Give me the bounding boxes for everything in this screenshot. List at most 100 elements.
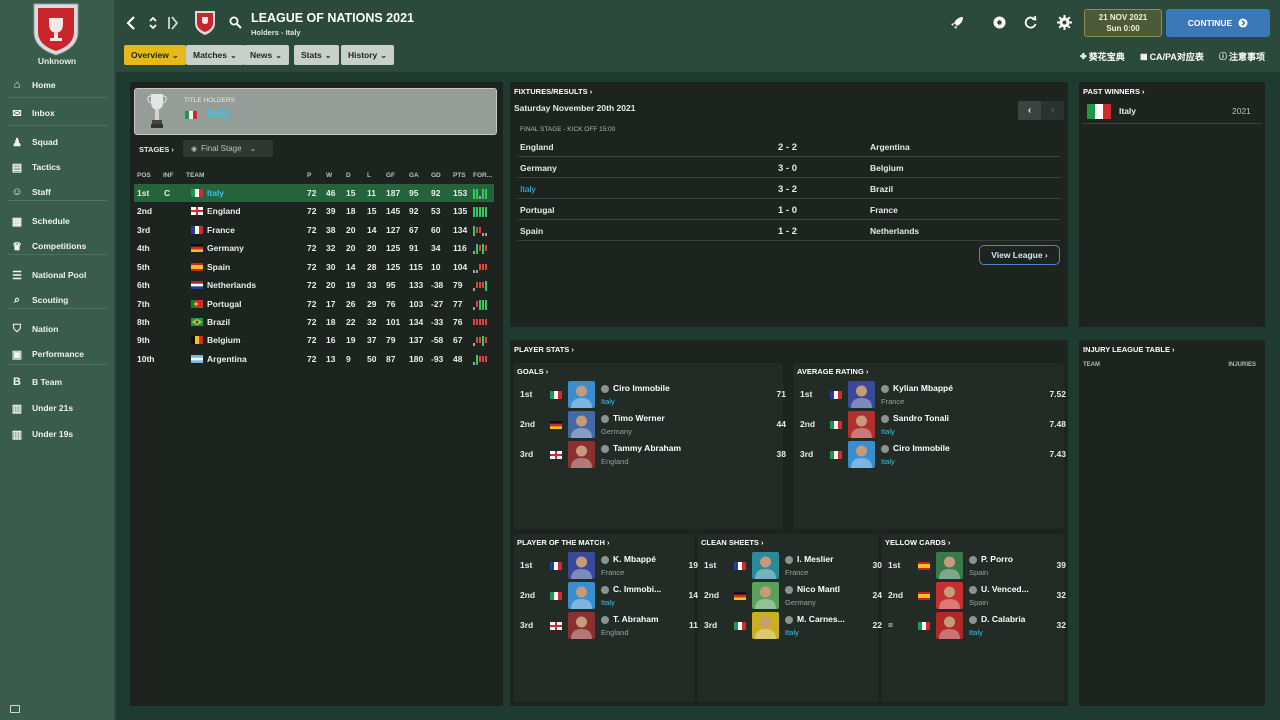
forward-button[interactable]	[166, 12, 180, 34]
fixture-score[interactable]: 1 - 2	[778, 226, 797, 237]
player-avatar[interactable]	[848, 441, 875, 468]
sidebar-item-squad[interactable]: ♟ Squad	[0, 131, 114, 153]
row-team[interactable]: England	[207, 206, 241, 216]
stat-row[interactable]: 1st Kylian Mbappé France 7.52	[794, 380, 1066, 409]
row-team[interactable]: Italy	[207, 188, 224, 198]
col-header-pts[interactable]: PTS	[453, 172, 466, 179]
stat-row[interactable]: 2nd C. Immobi... Italy 14	[514, 581, 698, 610]
stat-row[interactable]: 2nd U. Venced... Spain 32	[882, 581, 1066, 610]
row-team[interactable]: France	[207, 225, 235, 235]
fixture-away[interactable]: Netherlands	[870, 226, 919, 236]
player-avatar[interactable]	[848, 381, 875, 408]
col-header-d[interactable]: D	[346, 172, 351, 179]
player-name[interactable]: Ciro Immobile	[893, 443, 950, 453]
player-name[interactable]: I. Meslier	[797, 554, 833, 564]
player-avatar[interactable]	[568, 441, 595, 468]
table-row[interactable]: 7th Portugal 72 17 26 29 76 103 -27 77	[134, 295, 494, 313]
tab-history[interactable]: History ⌄	[341, 45, 394, 65]
fixture-away[interactable]: Belgium	[870, 163, 904, 173]
stat-row[interactable]: 1st Ciro Immobile Italy 71	[514, 380, 786, 409]
past-winners-header[interactable]: PAST WINNERS ›	[1083, 87, 1145, 96]
sidebar-item-home[interactable]: ⌂ Home	[0, 74, 114, 96]
fixture-score[interactable]: 3 - 2	[778, 184, 797, 195]
fixture-home[interactable]: Portugal	[520, 205, 554, 215]
sidebar-item-schedule[interactable]: ▦ Schedule	[0, 210, 114, 232]
player-avatar[interactable]	[568, 612, 595, 639]
stat-row[interactable]: 1st K. Mbappé France 19	[514, 551, 698, 580]
clean-sheets-header[interactable]: CLEAN SHEETS ›	[701, 538, 764, 547]
table-row[interactable]: 10th Argentina 72 13 9 50 87 180 -93 48	[134, 350, 494, 368]
row-team[interactable]: Germany	[207, 243, 244, 253]
player-avatar[interactable]	[752, 582, 779, 609]
tab-news[interactable]: News ⌄	[243, 45, 289, 65]
col-header-w[interactable]: W	[326, 172, 332, 179]
stat-row[interactable]: 3rd T. Abraham England 11	[514, 611, 698, 640]
stat-row[interactable]: 3rd M. Carnes... Italy 22	[698, 611, 882, 640]
stage-select[interactable]: ◉ Final Stage ⌄	[183, 140, 273, 157]
past-winner-row[interactable]: Italy 2021	[1082, 100, 1262, 124]
stat-row[interactable]: 1st P. Porro Spain 39	[882, 551, 1066, 580]
club-badge-icon[interactable]	[30, 2, 82, 56]
row-team[interactable]: Argentina	[207, 354, 247, 364]
player-name[interactable]: K. Mbappé	[613, 554, 656, 564]
player-name[interactable]: Kylian Mbappé	[893, 383, 953, 393]
fixture-row[interactable]: Italy 3 - 2 Brazil	[517, 178, 1060, 199]
continue-button[interactable]: CONTINUE	[1166, 9, 1270, 37]
row-team[interactable]: Brazil	[207, 317, 230, 327]
fixture-score[interactable]: 2 - 2	[778, 142, 797, 153]
col-header-pos[interactable]: POS	[137, 172, 151, 179]
yellow-cards-header[interactable]: YELLOW CARDS ›	[885, 538, 950, 547]
player-avatar[interactable]	[936, 582, 963, 609]
fixture-score[interactable]: 1 - 0	[778, 205, 797, 216]
table-row[interactable]: 2nd England 72 39 18 15 145 92 53 135	[134, 202, 494, 220]
sidebar-item-nation[interactable]: ⛉ Nation	[0, 318, 114, 340]
player-name[interactable]: P. Porro	[981, 554, 1013, 564]
link-guide[interactable]: ✤ 葵花宝典	[1080, 50, 1125, 63]
col-header-l[interactable]: L	[367, 172, 371, 179]
player-avatar[interactable]	[936, 552, 963, 579]
tab-overview[interactable]: Overview ⌄	[124, 45, 186, 65]
fixture-away[interactable]: Brazil	[870, 184, 893, 194]
link-ca-pa[interactable]: ▦ CA/PA对应表	[1140, 50, 1204, 63]
player-avatar[interactable]	[568, 552, 595, 579]
avg-rating-header[interactable]: AVERAGE RATING ›	[797, 367, 868, 376]
sidebar-item-national-pool[interactable]: ☰ National Pool	[0, 264, 114, 286]
player-name[interactable]: D. Calabria	[981, 614, 1025, 624]
football-icon[interactable]	[992, 15, 1007, 30]
player-name[interactable]: M. Carnes...	[797, 614, 845, 624]
row-team[interactable]: Portugal	[207, 299, 241, 309]
table-row[interactable]: 9th Belgium 72 16 19 37 79 137 -58 67	[134, 331, 494, 349]
stat-row[interactable]: 3rd Tammy Abraham England 38	[514, 440, 786, 469]
link-notes[interactable]: ⓘ 注意事项	[1219, 50, 1265, 63]
player-name[interactable]: Tammy Abraham	[613, 443, 681, 453]
player-avatar[interactable]	[936, 612, 963, 639]
stat-row[interactable]: 2nd Nico Mantl Germany 24	[698, 581, 882, 610]
fixture-home[interactable]: England	[520, 142, 554, 152]
col-header-inf[interactable]: INF	[163, 172, 173, 179]
fixture-away[interactable]: Argentina	[870, 142, 910, 152]
sidebar-item-inbox[interactable]: ✉ Inbox	[0, 102, 114, 124]
fixture-row[interactable]: Spain 1 - 2 Netherlands	[517, 220, 1060, 241]
col-header-team[interactable]: TEAM	[186, 172, 204, 179]
stat-row[interactable]: 2nd Sandro Tonali Italy 7.48	[794, 410, 1066, 439]
tab-matches[interactable]: Matches ⌄	[186, 45, 244, 65]
date-display[interactable]: 21 NOV 2021 Sun 0:00	[1084, 9, 1162, 37]
sidebar-item-performance[interactable]: ▣ Performance	[0, 343, 114, 365]
fixture-home[interactable]: Italy	[520, 184, 536, 194]
table-row[interactable]: 1st C Italy 72 46 15 11 187 95 92 153	[134, 184, 494, 202]
table-row[interactable]: 4th Germany 72 32 20 20 125 91 34 116	[134, 239, 494, 257]
title-holders-card[interactable]: TITLE HOLDERS Italy	[134, 88, 497, 135]
col-header-ga[interactable]: GA	[409, 172, 419, 179]
search-icon[interactable]	[229, 16, 242, 29]
stat-row[interactable]: 2nd Timo Werner Germany 44	[514, 410, 786, 439]
prev-day-button[interactable]: ‹	[1018, 101, 1041, 120]
table-row[interactable]: 6th Netherlands 72 20 19 33 95 133 -38 79	[134, 276, 494, 294]
potm-header[interactable]: PLAYER OF THE MATCH ›	[517, 538, 610, 547]
table-row[interactable]: 3rd France 72 38 20 14 127 67 60 134	[134, 221, 494, 239]
col-header-gd[interactable]: GD	[431, 172, 441, 179]
sidebar-item-under-19s[interactable]: ▥ Under 19s	[0, 423, 114, 445]
player-name[interactable]: T. Abraham	[613, 614, 659, 624]
goals-header[interactable]: GOALS ›	[517, 367, 548, 376]
fixture-score[interactable]: 3 - 0	[778, 163, 797, 174]
row-team[interactable]: Spain	[207, 262, 230, 272]
